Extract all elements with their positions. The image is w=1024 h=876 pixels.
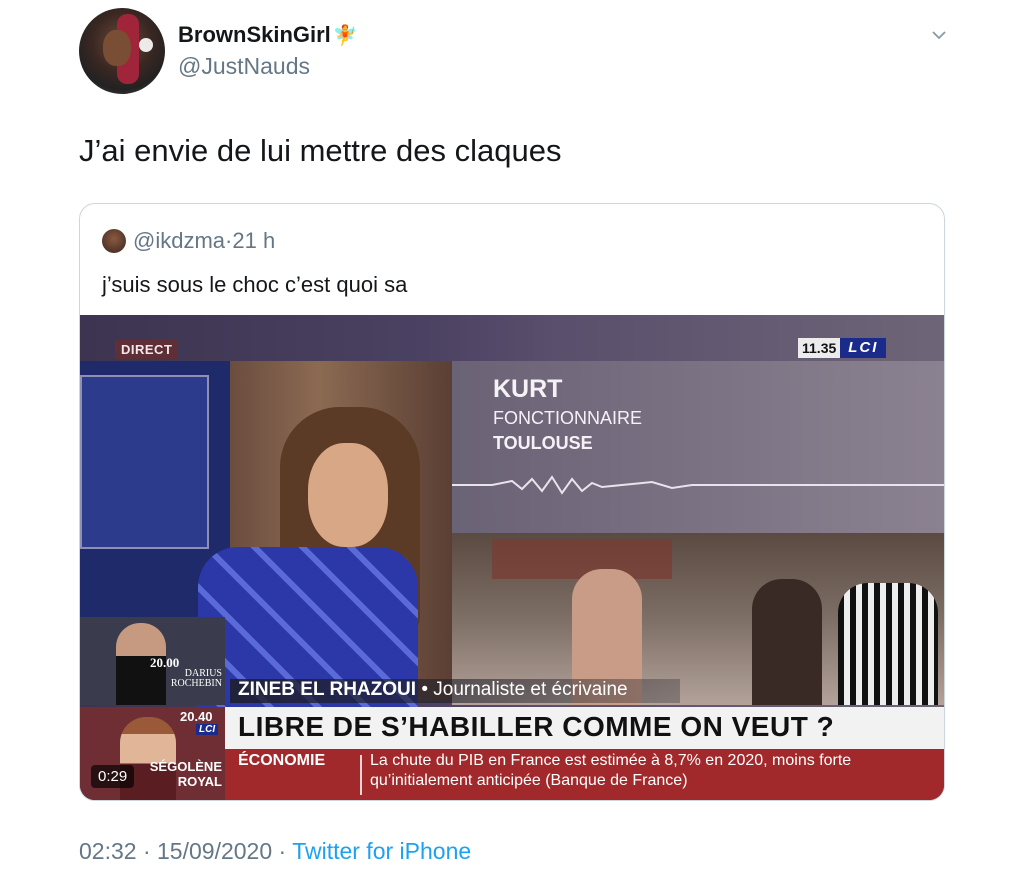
pip2-channel-logo: LCI <box>196 724 219 735</box>
quoted-handle[interactable]: @ikdzma <box>133 228 225 253</box>
pip2-time: 20.40 <box>180 709 213 724</box>
tweet-meta: 02:32 · 15/09/2020 · Twitter for iPhone <box>79 838 471 865</box>
audio-waveform <box>452 475 944 495</box>
tweet-source-link[interactable]: Twitter for iPhone <box>292 838 471 864</box>
pedestrian-2 <box>752 579 822 705</box>
tweet-date[interactable]: 15/09/2020 <box>157 838 272 864</box>
pip2-name-line2: ROYAL <box>177 774 222 789</box>
avatar-light <box>139 38 153 52</box>
meta-separator-2: · <box>278 838 287 864</box>
live-badge: DIRECT <box>115 340 179 359</box>
tweet-time[interactable]: 02:32 <box>79 838 137 864</box>
author-display-name[interactable]: BrownSkinGirl 🧚 <box>178 22 358 48</box>
quoted-avatar[interactable] <box>102 229 126 253</box>
quoted-header: @ikdzma·21 h <box>133 228 275 254</box>
fairy-emoji-icon: 🧚 <box>332 25 358 47</box>
ticker-label: ÉCONOMIE <box>238 752 326 769</box>
anchor-face <box>308 443 388 547</box>
quoted-text: j’suis sous le choc c’est quoi sa <box>102 272 408 297</box>
author-avatar[interactable] <box>79 8 165 94</box>
quoted-tweet[interactable]: @ikdzma·21 h j’suis sous le choc c’est q… <box>79 203 945 801</box>
pip1-name-line2: ROCHEBIN <box>170 678 222 689</box>
ticker-text: La chute du PIB en France est estimée à … <box>370 752 852 789</box>
chevron-down-icon[interactable] <box>930 26 948 44</box>
ticker-divider <box>360 755 362 795</box>
author-handle[interactable]: @JustNauds <box>178 53 310 80</box>
pip2-name: SÉGOLÈNE ROYAL <box>130 759 222 789</box>
speaker-caption: ZINEB EL RHAZOUI • Journaliste et écriva… <box>238 679 628 701</box>
tweet-text: J’ai envie de lui mettre des claques <box>79 133 562 168</box>
guest-city: TOULOUSE <box>493 433 593 453</box>
studio-screen <box>80 375 209 549</box>
avatar-face <box>103 30 131 66</box>
pedestrian-3 <box>838 583 938 705</box>
pip1-name: DARIUS ROCHEBIN <box>146 669 222 689</box>
broadcast-clock: 11.35 LCI <box>798 338 887 358</box>
author-name-text: BrownSkinGirl <box>178 22 331 47</box>
clock-time: 11.35 <box>798 338 841 358</box>
video-duration: 0:29 <box>91 765 135 788</box>
video-player[interactable]: DIRECT 11.35 LCI KURT FONCTIONNAIRE TOUL… <box>80 315 944 800</box>
speaker-name: ZINEB EL RHAZOUI <box>238 679 417 700</box>
guest-job: FONCTIONNAIRE <box>493 408 643 428</box>
shop-sign <box>492 539 672 579</box>
guest-name: KURT <box>493 375 563 403</box>
pip2-name-line1: SÉGOLÈNE <box>149 759 222 774</box>
meta-separator-1: · <box>142 838 151 864</box>
quoted-age: 21 h <box>232 228 276 253</box>
channel-logo: LCI <box>840 338 887 358</box>
headline: LIBRE DE S’HABILLER COMME ON VEUT ? <box>238 711 835 742</box>
speaker-role: • Journaliste et écrivaine <box>421 679 628 700</box>
